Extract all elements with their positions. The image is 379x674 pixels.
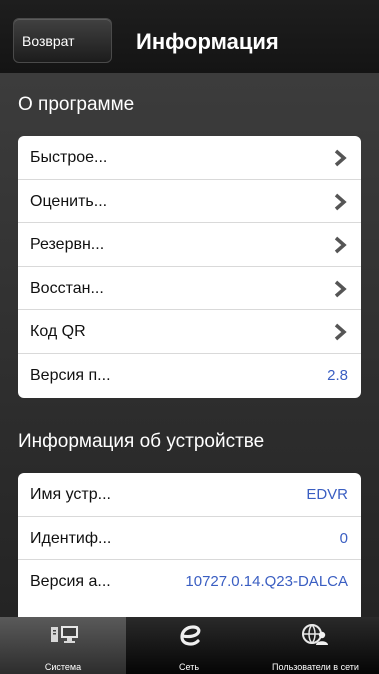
row-label: Быстрое... <box>30 149 108 166</box>
tab-network[interactable]: Сеть <box>126 617 252 674</box>
tab-online-users[interactable]: Пользователи в сети <box>252 617 379 674</box>
list-item-restore[interactable]: Восстан... <box>18 267 361 311</box>
row-label: Версия п... <box>30 366 111 384</box>
section-title-about: О программе <box>18 94 135 115</box>
list-item-hardware-version: Версия а... 10727.0.14.Q23-DALCA <box>18 560 361 604</box>
top-bar: Возврат Информация <box>0 0 379 73</box>
list-item-device-name: Имя устр... EDVR <box>18 473 361 517</box>
row-value: 0 <box>339 529 348 547</box>
chevron-right-icon <box>334 280 347 298</box>
row-label: Идентиф... <box>30 529 112 547</box>
list-item-rate[interactable]: Оценить... <box>18 180 361 224</box>
tab-label: Система <box>44 662 82 672</box>
row-label: Имя устр... <box>30 486 111 503</box>
monitor-icon <box>51 626 78 643</box>
row-value: 10727.0.14.Q23-DALCA <box>185 573 348 591</box>
list-item-device-id: Идентиф... 0 <box>18 517 361 561</box>
row-label: Код QR <box>30 323 86 341</box>
tab-label: Пользователи в сети <box>272 662 359 672</box>
list-item-app-version: Версия п... 2.8 <box>18 354 361 398</box>
chevron-right-icon <box>334 324 347 341</box>
row-label: Оценить... <box>30 192 108 210</box>
network-e-icon <box>180 625 201 646</box>
list-item-qr-code[interactable]: Код QR <box>18 310 361 354</box>
list-item-quick-start[interactable]: Быстрое... <box>18 136 361 180</box>
chevron-right-icon <box>334 193 347 210</box>
list-item-backup[interactable]: Резервн... <box>18 223 361 267</box>
tab-label: Сеть <box>178 662 200 672</box>
row-value: EDVR <box>306 486 348 503</box>
tab-system[interactable]: Система <box>0 617 126 674</box>
row-label: Резервн... <box>30 236 105 254</box>
chevron-right-icon <box>334 236 347 254</box>
bottom-tab-bar: Система Сеть Пользователи в сети <box>0 617 379 674</box>
row-label: Восстан... <box>30 279 104 297</box>
section-title-device: Информация об устройстве <box>18 431 265 452</box>
row-label: Версия а... <box>30 573 111 591</box>
page-title: Информация <box>136 29 279 54</box>
device-card: Имя устр... EDVR Идентиф... 0 Версия а..… <box>18 473 361 617</box>
globe-users-icon <box>302 624 328 645</box>
chevron-right-icon <box>334 149 347 167</box>
back-button[interactable]: Возврат <box>13 18 112 63</box>
content-area[interactable]: О программе Быстрое... Оценить... Резерв… <box>0 73 379 617</box>
row-value: 2.8 <box>327 366 348 384</box>
about-card: Быстрое... Оценить... Резервн... Восстан… <box>18 136 361 398</box>
